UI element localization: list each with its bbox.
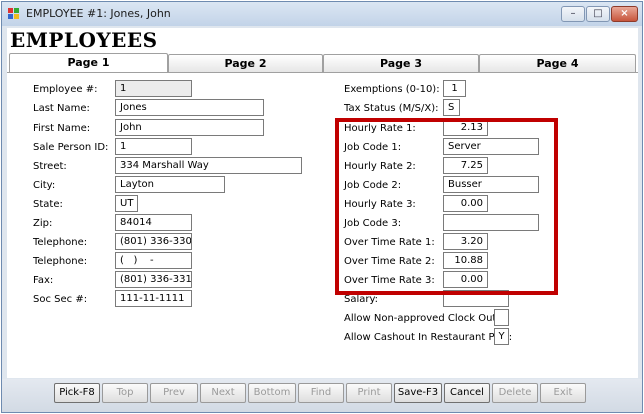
tab-page-4[interactable]: Page 4 xyxy=(479,54,636,72)
zip-label: Zip: xyxy=(33,218,53,229)
fax-field[interactable]: (801) 336-3313 xyxy=(115,271,192,288)
street-field[interactable]: 334 Marshall Way xyxy=(115,157,302,174)
tab-page-3[interactable]: Page 3 xyxy=(323,54,479,72)
prev-button[interactable]: Prev xyxy=(150,383,198,403)
cancel-button[interactable]: Cancel xyxy=(444,383,490,403)
telephone-2-label: Telephone: xyxy=(33,256,88,267)
first-name-field[interactable]: John xyxy=(115,119,264,136)
zip-field[interactable]: 84014 xyxy=(115,214,192,231)
save-button[interactable]: Save-F3 xyxy=(394,383,442,403)
bottom-button[interactable]: Bottom xyxy=(248,383,296,403)
street-label: Street: xyxy=(33,161,67,172)
allow-cashout-field[interactable]: Y xyxy=(494,328,509,345)
last-name-field[interactable]: Jones xyxy=(115,99,264,116)
allow-cashout-label: Allow Cashout In Restaurant POS: xyxy=(344,332,513,343)
employee-number-label: Employee #: xyxy=(33,84,98,95)
close-icon[interactable]: × xyxy=(611,6,638,22)
next-button[interactable]: Next xyxy=(200,383,246,403)
exemptions-label: Exemptions (0-10): xyxy=(344,84,440,95)
telephone-2-field[interactable]: ( ) - xyxy=(115,252,192,269)
minimize-icon[interactable]: – xyxy=(561,6,585,22)
maximize-icon[interactable]: □ xyxy=(586,6,610,22)
tax-status-field[interactable]: S xyxy=(443,99,460,116)
window-title: EMPLOYEE #1: Jones, John xyxy=(26,7,171,20)
state-label: State: xyxy=(33,199,63,210)
soc-sec-label: Soc Sec #: xyxy=(33,294,88,305)
state-field[interactable]: UT xyxy=(115,195,138,212)
button-bar: Pick-F8 Top Prev Next Bottom Find Print … xyxy=(2,379,642,412)
sale-person-id-label: Sale Person ID: xyxy=(33,142,109,153)
page-title: EMPLOYEES xyxy=(10,28,158,52)
telephone-1-label: Telephone: xyxy=(33,237,88,248)
city-field[interactable]: Layton xyxy=(115,176,225,193)
sale-person-id-field[interactable]: 1 xyxy=(115,138,192,155)
fax-label: Fax: xyxy=(33,275,54,286)
tab-page-1[interactable]: Page 1 xyxy=(9,53,168,73)
tab-page-2[interactable]: Page 2 xyxy=(168,54,323,72)
app-icon xyxy=(8,8,20,20)
employee-number-field[interactable]: 1 xyxy=(115,80,192,97)
salary-label: Salary: xyxy=(344,294,379,305)
find-button[interactable]: Find xyxy=(298,383,344,403)
telephone-1-field[interactable]: (801) 336-3303 xyxy=(115,233,192,250)
city-label: City: xyxy=(33,180,56,191)
allow-non-approved-clock-outs-label: Allow Non-approved Clock Outs: xyxy=(344,313,505,324)
highlight-box xyxy=(335,118,558,295)
tax-status-label: Tax Status (M/S/X): xyxy=(344,103,439,114)
employee-window: EMPLOYEE #1: Jones, John – □ × EMPLOYEES… xyxy=(1,1,643,413)
soc-sec-field[interactable]: 111-11-1111 xyxy=(115,290,192,307)
print-button[interactable]: Print xyxy=(346,383,392,403)
delete-button[interactable]: Delete xyxy=(492,383,538,403)
last-name-label: Last Name: xyxy=(33,103,90,114)
tab-divider xyxy=(7,72,638,73)
exemptions-field[interactable]: 1 xyxy=(443,80,466,97)
top-button[interactable]: Top xyxy=(102,383,148,403)
pick-button[interactable]: Pick-F8 xyxy=(54,383,100,403)
title-bar[interactable]: EMPLOYEE #1: Jones, John – □ × xyxy=(2,2,642,26)
allow-non-approved-clock-outs-field[interactable] xyxy=(494,309,509,326)
first-name-label: First Name: xyxy=(33,123,91,134)
exit-button[interactable]: Exit xyxy=(540,383,586,403)
